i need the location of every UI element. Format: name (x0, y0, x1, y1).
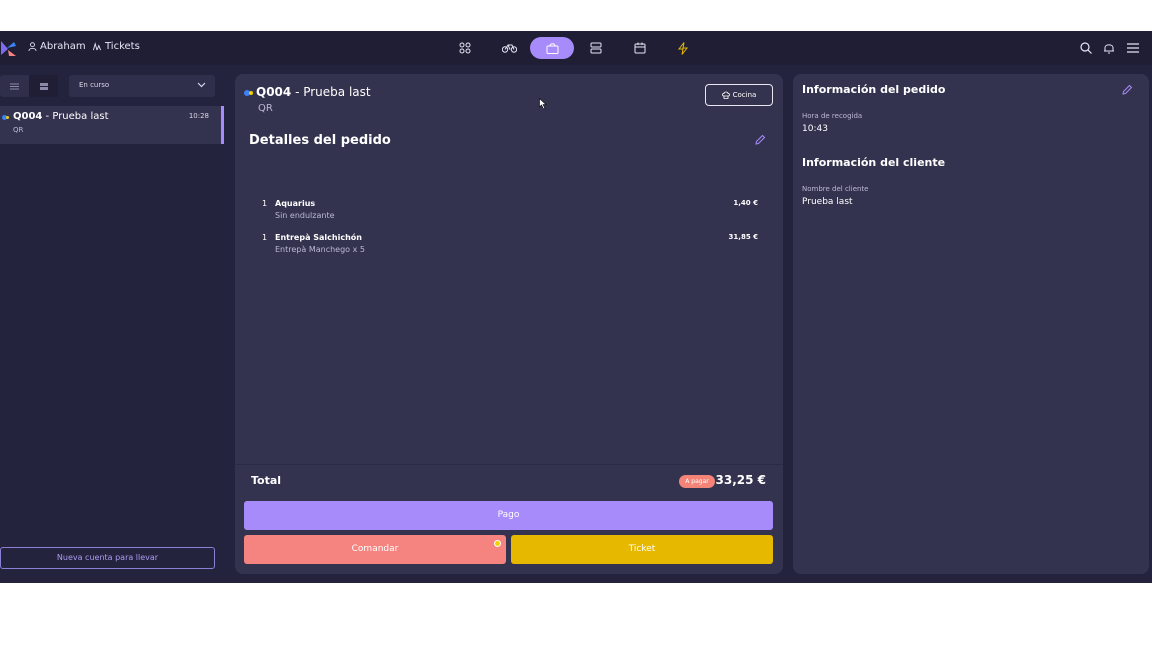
status-dot (249, 91, 253, 95)
chevron-down-icon (197, 82, 206, 88)
menu-button[interactable] (1125, 40, 1141, 56)
search-icon (1080, 42, 1092, 54)
pay-button[interactable]: Pago (244, 501, 773, 530)
order-card-title: Q004 - Prueba last (13, 111, 109, 122)
nav-reservations[interactable] (618, 37, 662, 59)
chef-hat-icon (721, 91, 730, 99)
notifications-button[interactable] (1101, 40, 1117, 56)
total-value: 33,25 € (715, 473, 766, 487)
server-icon (590, 42, 602, 54)
app-logo[interactable] (0, 39, 18, 57)
order-card-time: 10:28 (188, 112, 209, 120)
item-modifier: Entrepà Manchego x 5 (275, 245, 365, 254)
calendar-icon (634, 42, 646, 54)
client-name-label: Nombre del cliente (802, 185, 869, 193)
order-info-title: Información del pedido (802, 83, 946, 96)
order-title: Q004 - Prueba last (256, 85, 371, 99)
status-filter-select[interactable]: En curso (69, 75, 215, 97)
nav-tables[interactable] (574, 37, 618, 59)
edit-pencil-icon[interactable] (1121, 84, 1133, 96)
order-info-panel: Información del pedido Hora de recogida … (793, 74, 1149, 574)
order-detail-panel: Q004 - Prueba last QR Cocina Detalles de… (235, 74, 783, 574)
nav-quick[interactable] (661, 37, 705, 59)
lightning-icon (678, 41, 688, 55)
nav-takeaway[interactable] (530, 37, 574, 59)
order-card-separator: - (42, 111, 53, 122)
order-card[interactable]: Q004 - Prueba last QR 10:28 (0, 106, 224, 144)
app-window: Abraham Tickets En curso Q004 - Prueba l… (0, 31, 1152, 583)
total-label: Total (251, 474, 282, 487)
menu-icon (1127, 43, 1139, 53)
payment-status-badge: A pagar (679, 475, 715, 488)
status-filter-value: En curso (79, 81, 110, 89)
order-card-name: Prueba last (52, 111, 109, 122)
status-dot (6, 116, 9, 119)
tickets-icon (92, 42, 102, 51)
send-order-label: Comandar (351, 544, 399, 554)
view-toggle (0, 75, 58, 97)
order-title-separator: - (291, 85, 304, 99)
kitchen-label: Cocina (732, 91, 757, 99)
grid-icon (459, 42, 471, 54)
edit-pencil-icon[interactable] (754, 134, 766, 146)
bell-icon (1104, 44, 1114, 54)
order-card-code: Q004 (13, 111, 43, 122)
new-takeaway-account-button[interactable]: Nueva cuenta para llevar (0, 547, 215, 569)
order-name: Prueba last (303, 85, 371, 99)
client-name-value: Prueba last (802, 197, 853, 207)
user-menu[interactable]: Abraham (28, 41, 86, 52)
order-card-source: QR (13, 126, 24, 134)
pickup-time-value: 10:43 (802, 124, 828, 134)
order-details-title: Detalles del pedido (249, 133, 391, 148)
divider (235, 464, 783, 465)
item-price: 31,85 € (728, 233, 758, 241)
user-icon (28, 42, 37, 51)
item-name: Entrepà Salchichón (275, 233, 362, 242)
search-button[interactable] (1078, 40, 1094, 56)
shopping-bag-icon (546, 43, 558, 54)
list-view-button[interactable] (0, 75, 29, 97)
ticket-button[interactable]: Ticket (511, 535, 773, 564)
mouse-cursor-icon (539, 98, 547, 110)
item-price: 1,40 € (733, 199, 758, 207)
item-modifier: Sin endulzante (275, 211, 335, 220)
list-icon (10, 83, 19, 89)
pickup-time-label: Hora de recogida (802, 112, 863, 120)
item-qty: 1 (262, 233, 268, 242)
top-bar: Abraham Tickets (0, 31, 1152, 65)
nav-delivery[interactable] (487, 37, 531, 59)
notification-dot (494, 540, 501, 547)
orders-sidebar: En curso Q004 - Prueba last QR 10:28 Nue… (0, 65, 226, 583)
tickets-link[interactable]: Tickets (92, 41, 140, 52)
kitchen-button[interactable]: Cocina (705, 84, 773, 106)
cards-icon (39, 82, 48, 90)
send-order-button[interactable]: Comandar (244, 535, 506, 564)
tickets-label: Tickets (105, 41, 140, 52)
item-name: Aquarius (275, 199, 316, 208)
card-view-button[interactable] (29, 75, 58, 97)
item-qty: 1 (262, 199, 268, 208)
user-name: Abraham (40, 41, 86, 52)
nav-grid[interactable] (443, 37, 487, 59)
client-info-title: Información del cliente (802, 156, 946, 169)
order-code: Q004 (256, 85, 292, 99)
order-source: QR (258, 103, 273, 114)
bike-icon (501, 44, 517, 53)
